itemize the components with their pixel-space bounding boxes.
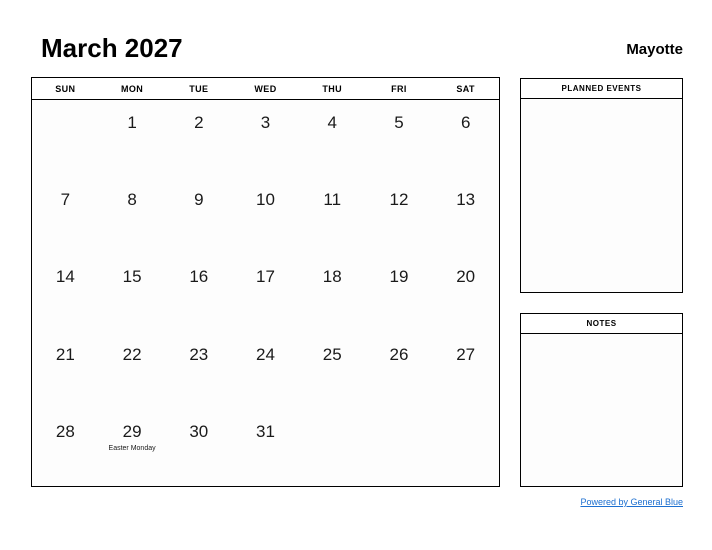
- day-number: 13: [456, 190, 476, 210]
- day-cell[interactable]: 21: [32, 332, 99, 409]
- day-cell[interactable]: 13: [432, 177, 499, 254]
- day-cell[interactable]: 10: [232, 177, 299, 254]
- weekday-header-fri: FRI: [391, 83, 407, 94]
- day-cell[interactable]: 25: [299, 332, 366, 409]
- day-cell[interactable]: 14: [32, 254, 99, 331]
- powered-by-link[interactable]: Powered by General Blue: [580, 497, 683, 507]
- day-cell[interactable]: 17: [232, 254, 299, 331]
- day-number: 7: [60, 190, 71, 210]
- day-number: 24: [256, 344, 275, 364]
- day-number: 17: [256, 267, 275, 287]
- day-cell[interactable]: 30: [165, 409, 232, 486]
- day-number: 15: [122, 267, 142, 287]
- weekday-header-row: SUN MON TUE WED THU FRI SAT: [32, 78, 499, 100]
- day-cell[interactable]: 29 Easter Monday: [99, 409, 166, 486]
- calendar-weeks: 1 2 3 4 5 6 7 8 9 10 11 12 13 14 15 16 1…: [32, 100, 499, 486]
- planned-events-panel: PLANNED EVENTS: [520, 78, 683, 293]
- day-number: 23: [189, 344, 209, 364]
- day-number: 16: [189, 267, 209, 287]
- day-number: 8: [127, 190, 137, 210]
- calendar-week-row: 1 2 3 4 5 6: [32, 100, 499, 177]
- day-number: 18: [322, 267, 342, 287]
- day-cell[interactable]: 27: [432, 332, 499, 409]
- page-title: March 2027: [41, 33, 183, 63]
- day-cell[interactable]: 7: [32, 177, 99, 254]
- day-cell[interactable]: [299, 409, 366, 486]
- planned-events-title: PLANNED EVENTS: [521, 79, 682, 99]
- day-number: 22: [122, 344, 142, 364]
- calendar-week-row: 7 8 9 10 11 12 13: [32, 177, 499, 254]
- planned-events-body[interactable]: [521, 99, 682, 292]
- day-cell[interactable]: 26: [366, 332, 433, 409]
- day-cell[interactable]: 24: [232, 332, 299, 409]
- day-cell[interactable]: 11: [299, 177, 366, 254]
- day-cell[interactable]: 12: [366, 177, 433, 254]
- weekday-header-thu: THU: [322, 83, 343, 94]
- day-cell[interactable]: [432, 409, 499, 486]
- day-cell[interactable]: 23: [165, 332, 232, 409]
- day-number: 26: [389, 344, 409, 364]
- day-number: 27: [456, 344, 476, 364]
- day-number: 29: [122, 421, 142, 441]
- day-number: 10: [256, 190, 275, 210]
- calendar-week-row: 21 22 23 24 25 26 27: [32, 332, 499, 409]
- day-cell[interactable]: 18: [299, 254, 366, 331]
- day-cell[interactable]: 8: [99, 177, 166, 254]
- day-number: 11: [323, 190, 342, 210]
- day-cell[interactable]: 6: [432, 100, 499, 177]
- day-number: 6: [460, 113, 471, 132]
- day-cell[interactable]: 22: [99, 332, 166, 409]
- day-cell[interactable]: [366, 409, 433, 486]
- weekday-header-sun: SUN: [55, 83, 76, 94]
- day-number: 30: [189, 421, 209, 441]
- region-title: Mayotte: [626, 41, 683, 58]
- calendar-grid: SUN MON TUE WED THU FRI SAT 1 2 3 4 5 6 …: [31, 77, 500, 487]
- day-cell[interactable]: 20: [432, 254, 499, 331]
- calendar-week-row: 28 29 Easter Monday 30 31: [32, 409, 499, 486]
- day-number: 25: [322, 344, 342, 364]
- day-number: 21: [55, 344, 75, 364]
- day-cell[interactable]: 15: [99, 254, 166, 331]
- weekday-header-wed: WED: [254, 83, 277, 94]
- day-number: 12: [389, 190, 409, 210]
- day-number: 5: [394, 113, 404, 132]
- calendar-week-row: 14 15 16 17 18 19 20: [32, 254, 499, 331]
- day-cell[interactable]: 31: [232, 409, 299, 486]
- day-number: 20: [456, 267, 476, 287]
- day-number: 31: [256, 421, 275, 441]
- day-number: 9: [194, 190, 204, 210]
- day-number: 3: [260, 113, 271, 132]
- day-cell[interactable]: 16: [165, 254, 232, 331]
- day-cell[interactable]: 5: [366, 100, 433, 177]
- day-cell[interactable]: 4: [299, 100, 366, 177]
- day-number: 14: [55, 267, 75, 287]
- notes-body[interactable]: [521, 334, 682, 486]
- day-cell[interactable]: [32, 100, 99, 177]
- day-cell[interactable]: 9: [165, 177, 232, 254]
- day-number: 1: [127, 113, 137, 132]
- weekday-header-tue: TUE: [189, 83, 209, 94]
- day-cell[interactable]: 28: [32, 409, 99, 486]
- notes-title: NOTES: [521, 314, 682, 334]
- weekday-header-mon: MON: [120, 83, 144, 94]
- calendar-page: March 2027 Mayotte SUN MON TUE WED THU F…: [0, 0, 712, 550]
- day-number: 2: [194, 113, 204, 132]
- day-number: 4: [327, 113, 337, 132]
- day-cell[interactable]: 19: [366, 254, 433, 331]
- day-cell[interactable]: 3: [232, 100, 299, 177]
- day-number: 28: [55, 421, 75, 441]
- day-cell[interactable]: 2: [165, 100, 232, 177]
- weekday-header-sat: SAT: [456, 83, 475, 94]
- notes-panel: NOTES: [520, 313, 683, 487]
- day-cell[interactable]: 1: [99, 100, 166, 177]
- day-event-label: Easter Monday: [108, 444, 156, 452]
- day-number: 19: [389, 267, 409, 287]
